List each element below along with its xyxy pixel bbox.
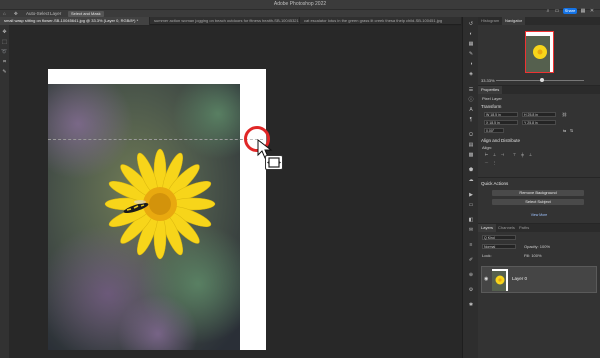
move-tool-icon[interactable]: ✥ (1, 29, 8, 36)
width-field[interactable]: W 18.5 in (484, 112, 518, 117)
layer-option[interactable]: Layer (50, 11, 61, 16)
flower-photo[interactable] (48, 84, 240, 350)
auto-select-option[interactable]: Auto-Select (26, 11, 49, 16)
channels-icon[interactable]: ≡ (467, 242, 475, 249)
info-icon[interactable]: ⓘ (467, 97, 475, 104)
align-top-icon[interactable]: ⊤ (512, 152, 517, 157)
distribute-h-icon[interactable]: ⋯ (484, 160, 489, 165)
gradient-icon[interactable]: ▤ (467, 142, 475, 149)
color-icon[interactable]: ◐ (467, 31, 475, 38)
actions-icon[interactable]: ▶ (467, 192, 475, 199)
x-field[interactable]: X 18.5 in (484, 120, 518, 125)
marquee-tool-icon[interactable]: ⬚ (1, 39, 8, 46)
panel-divider (478, 177, 600, 178)
libraries-icon[interactable]: ☁ (467, 177, 475, 184)
history-icon[interactable]: ↺ (467, 21, 475, 28)
styles-icon[interactable]: ◈ (467, 71, 475, 78)
adjustments-icon[interactable]: ◑ (467, 61, 475, 68)
tab-channels[interactable]: Channels (495, 224, 518, 232)
daisy-flower (104, 148, 216, 260)
workspace-icon[interactable]: ▭ (554, 8, 560, 14)
select-subject-button[interactable]: Select Subject (492, 199, 584, 205)
align-bottom-icon[interactable]: ⊥ (528, 152, 533, 157)
height-field[interactable]: H 25.8 in (522, 112, 556, 117)
blend-mode-select[interactable]: Normal (482, 244, 516, 249)
brush-settings-icon[interactable]: ⚙ (467, 287, 475, 294)
document-tab-bar: small wasp sitting on flower-SB-10045641… (0, 17, 462, 25)
pixel-layer-label: Pixel Layer (482, 96, 502, 101)
distribute-v-icon[interactable]: ⋮ (492, 160, 497, 165)
tool-presets-icon[interactable]: ✱ (467, 302, 475, 309)
options-bar: ⌂ ✥ Auto-Select Layer Select and Mask (0, 9, 600, 17)
clone-source-icon[interactable]: ⊕ (467, 272, 475, 279)
fill-control[interactable]: Fill: 100% (524, 253, 542, 258)
view-more-link[interactable]: View More (478, 213, 600, 217)
tab-histogram[interactable]: Histogram (478, 17, 502, 25)
lock-label: Lock: (482, 253, 492, 258)
place-image-icon (265, 155, 283, 170)
panel-toggle-icon[interactable]: ▦ (580, 8, 586, 14)
remove-background-button[interactable]: Remove Background (492, 190, 584, 196)
quick-actions-header[interactable]: Quick Actions (481, 181, 508, 186)
doc-tab-jogging[interactable]: summer action woman jogging on beach out… (150, 17, 300, 25)
flip-horizontal-icon[interactable]: ⇆ (562, 128, 567, 133)
layers-tabs: Layers Channels Paths (478, 224, 600, 232)
y-field[interactable]: Y 25.8 in (522, 120, 556, 125)
app-title: Adobe Photoshop 2022 (273, 1, 327, 7)
paths-icon[interactable]: ✐ (467, 257, 475, 264)
layer-name[interactable]: Layer 0 (512, 276, 527, 281)
alignment-guide (48, 139, 263, 140)
align-header[interactable]: Align and Distribute (481, 138, 520, 143)
title-bar: Adobe Photoshop 2022 (0, 0, 600, 9)
brush-tool-icon[interactable]: ✎ (1, 69, 8, 76)
search-icon[interactable]: ⌕ (545, 8, 551, 14)
paragraph-icon[interactable]: ¶ (467, 117, 475, 124)
tab-paths[interactable]: Paths (516, 224, 532, 232)
align-center-icon[interactable]: ⊥ (492, 152, 497, 157)
doc-tab-escalator[interactable]: cat escalator lotus in the green grass l… (300, 17, 462, 25)
lasso-tool-icon[interactable]: ➰ (1, 49, 8, 56)
share-button[interactable]: Share (563, 8, 577, 14)
home-icon[interactable]: ⌂ (3, 11, 6, 16)
crop-tool-icon[interactable]: ⌗ (1, 59, 8, 66)
properties-icon[interactable]: ☰ (467, 87, 475, 94)
visibility-eye-icon[interactable]: ◉ (484, 276, 488, 282)
glyphs-icon[interactable]: Ω (467, 132, 475, 139)
properties-tabs: Properties (478, 86, 600, 94)
align-label: Align: (482, 145, 493, 150)
align-left-icon[interactable]: ⊢ (484, 152, 489, 157)
layer-row[interactable]: ◉ Layer 0 (481, 266, 597, 293)
panel-icon-strip: ↺ ◐ ▦ ✎ ◑ ◈ ☰ ⓘ A ¶ Ω ▤ ▩ ⬟ ☁ ▶ ▭ ◧ ✉ ≡ … (462, 17, 478, 358)
align-right-icon[interactable]: ⊣ (500, 152, 505, 157)
swatches-icon[interactable]: ▦ (467, 41, 475, 48)
flower-image (48, 84, 240, 350)
character-icon[interactable]: A (467, 107, 475, 114)
link-icon[interactable]: ⛓ (562, 112, 567, 117)
layer-comps-icon[interactable]: ◧ (467, 217, 475, 224)
brush-panel-icon[interactable]: ✎ (467, 51, 475, 58)
shapes-icon[interactable]: ⬟ (467, 167, 475, 174)
tab-navigator[interactable]: Navigator (502, 17, 526, 25)
layer-thumbnail (492, 269, 508, 291)
patterns-icon[interactable]: ▩ (467, 152, 475, 159)
doc-tab-wasp[interactable]: small wasp sitting on flower-SB-10045641… (0, 17, 150, 25)
tools-panel: ✥ ⬚ ➰ ⌗ ✎ (0, 25, 9, 358)
navigator-tabs: Histogram Navigator (478, 17, 600, 25)
flip-vertical-icon[interactable]: ⇅ (569, 128, 574, 133)
navigator-thumbnail[interactable] (525, 31, 554, 73)
timeline-icon[interactable]: ▭ (467, 202, 475, 209)
opacity-control[interactable]: Opacity: 100% (524, 244, 550, 249)
navigator-zoom-value[interactable]: 33.33% (481, 78, 495, 83)
tab-layers[interactable]: Layers (478, 224, 497, 232)
tab-properties[interactable]: Properties (478, 86, 503, 94)
right-panels: Histogram Navigator 33.33% Properties Pi… (478, 17, 600, 358)
close-icon[interactable]: ✕ (589, 8, 595, 14)
navigator-zoom-knob[interactable] (540, 78, 544, 82)
angle-field[interactable]: 0.00° (484, 128, 504, 133)
align-middle-icon[interactable]: ╪ (520, 152, 525, 157)
transform-header[interactable]: Transform (481, 104, 501, 109)
notes-icon[interactable]: ✉ (467, 227, 475, 234)
layer-kind-filter[interactable]: Q Kind (482, 235, 516, 240)
